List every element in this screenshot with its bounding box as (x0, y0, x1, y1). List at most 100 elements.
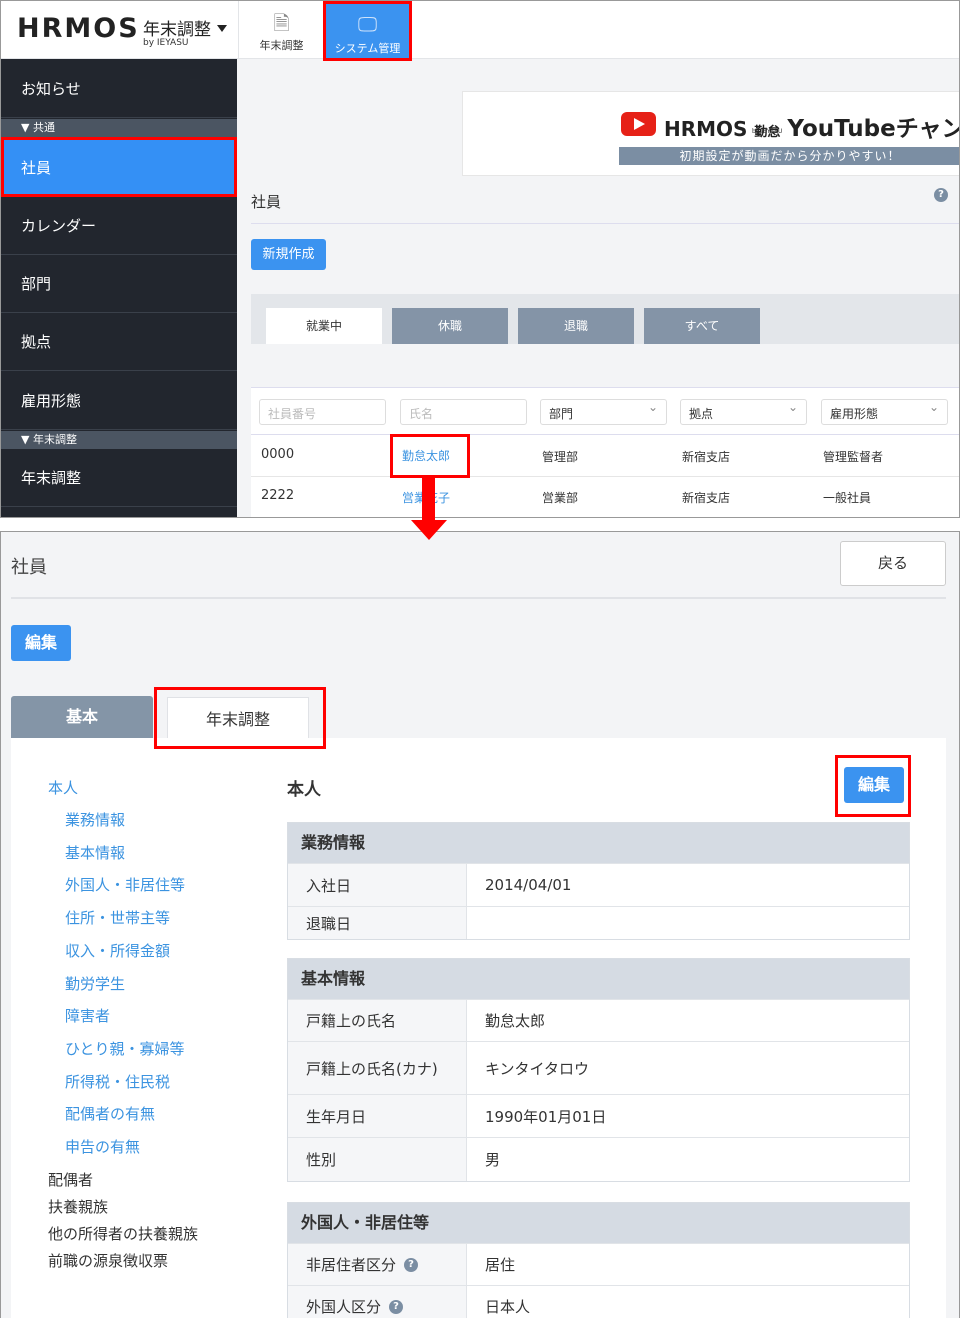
nav-link-sub[interactable]: 外国人・非居住等 (65, 874, 185, 895)
label-text: 入社日 (306, 876, 352, 895)
sidebar-item-news[interactable]: お知らせ (1, 59, 237, 118)
detail-panel: 本人 業務情報 基本情報 外国人・非居住等 住所・世帯主等 収入・所得金額 勤労学生 障害者… (11, 738, 946, 1318)
nav-link-sub[interactable]: 勤労学生 (65, 973, 125, 994)
row-value: 勤怠太郎 (485, 1012, 546, 1030)
section-header: 基本情報 (288, 959, 909, 999)
cell-type: 一般社員 (823, 491, 872, 505)
row-value: 男 (485, 1151, 501, 1169)
monitor-icon: 🖵 (357, 12, 378, 36)
site-select[interactable]: 拠点 (680, 399, 807, 425)
employee-name-link[interactable]: 勤怠太郎 (390, 434, 470, 478)
info-row: 戸籍上の氏名(カナ) キンタイタロウ (288, 1041, 909, 1094)
sidebar-item-departments[interactable]: 部門 (1, 255, 237, 313)
nav-link-sub[interactable]: 配偶者の有無 (65, 1103, 155, 1124)
tab-all[interactable]: すべて (644, 308, 760, 344)
sidebar-item-calendar[interactable]: カレンダー (1, 197, 237, 255)
tab-basic[interactable]: 基本 (11, 696, 153, 738)
info-section: 基本情報戸籍上の氏名 勤怠太郎戸籍上の氏名(カナ) キンタイタロウ 生年月日 1990年… (287, 958, 910, 1182)
group-label: 共通 (32, 121, 55, 134)
nav-link-sub[interactable]: 所得税・住民税 (65, 1071, 170, 1092)
row-label: 外国人区分? (288, 1286, 467, 1318)
nav-link-other[interactable]: 前職の源泉徴収票 (48, 1250, 168, 1271)
nav-link-sub[interactable]: 収入・所得金額 (65, 940, 170, 961)
product-dropdown-icon[interactable] (217, 25, 227, 32)
divider (251, 223, 959, 224)
row-value: 日本人 (485, 1298, 531, 1316)
info-row: 生年月日 1990年01月01日 (288, 1094, 909, 1137)
label-text: 退職日 (306, 914, 352, 933)
tab-retired[interactable]: 退職 (518, 308, 634, 344)
label-text: 戸籍上の氏名 (306, 1012, 397, 1030)
banner-by: by IEYASU (752, 128, 783, 135)
help-icon[interactable]: ? (404, 1257, 419, 1272)
sidebar-group-year-end[interactable]: ▼ 年末調整 (1, 431, 237, 449)
banner-channel: YouTubeチャンネル (787, 116, 959, 142)
employee-list-screen: HRMOS 年末調整 by IEYASU 🗎 年末調整 🖵 システム管理 お知らせ … (0, 0, 960, 518)
nav-link-other[interactable]: 配偶者 (48, 1169, 93, 1190)
edit-self-button[interactable]: 編集 (844, 767, 904, 803)
help-icon[interactable]: ? (934, 188, 948, 202)
help-icon[interactable]: ? (389, 1299, 404, 1314)
banner-tagline: 初期設定が動画だから分かりやすい！ (619, 147, 959, 165)
sidebar-item-employment-types[interactable]: 雇用形態 (1, 371, 237, 430)
row-label: 戸籍上の氏名 (288, 1000, 467, 1041)
nav-year-end[interactable]: 🗎 年末調整 (238, 1, 324, 59)
sidebar-item-employees[interactable]: 社員 (1, 137, 237, 197)
group-label: 年末調整 (32, 433, 77, 446)
back-button[interactable]: 戻る (840, 541, 946, 586)
section-header: 業務情報 (288, 823, 909, 863)
name-filter[interactable]: 氏名 (400, 399, 527, 425)
info-row: 入社日 2014/04/01 (288, 863, 909, 906)
arrow-down-icon (411, 520, 447, 540)
nav-link-sub[interactable]: 障害者 (65, 1005, 110, 1026)
edit-button[interactable]: 編集 (11, 625, 71, 661)
sidebar-item-year-end[interactable]: 年末調整 (1, 449, 237, 507)
page-title: 社員 (11, 557, 47, 578)
row-value (467, 907, 909, 939)
hrmos-logo[interactable]: HRMOS (17, 13, 140, 44)
row-value: 居住 (485, 1256, 516, 1274)
cell-dept: 管理部 (542, 450, 579, 464)
nav-system-admin[interactable]: 🖵 システム管理 (323, 1, 412, 61)
employment-type-select[interactable]: 雇用形態 (821, 399, 948, 425)
nav-link-sub[interactable]: ひとり親・寡婦等 (65, 1038, 185, 1059)
app-header: HRMOS 年末調整 by IEYASU 🗎 年末調整 🖵 システム管理 (1, 1, 959, 61)
row-label: 非居住者区分? (288, 1244, 467, 1285)
sidebar-group-common[interactable]: ▼ 共通 (1, 119, 237, 137)
label-text: 生年月日 (306, 1107, 367, 1126)
nav-link-sub[interactable]: 基本情報 (65, 842, 125, 863)
nav-link-sub[interactable]: 業務情報 (65, 809, 125, 830)
employee-number-filter[interactable]: 社員番号 (259, 399, 386, 425)
nav-link-other[interactable]: 扶養親族 (48, 1196, 108, 1217)
divider (11, 597, 946, 599)
label-text: 性別 (306, 1151, 337, 1169)
department-select[interactable]: 部門 (540, 399, 667, 425)
row-label: 生年月日 (288, 1095, 467, 1137)
info-section: 業務情報入社日 2014/04/01 退職日 (287, 822, 910, 940)
nav-link-self[interactable]: 本人 (48, 777, 78, 798)
info-section: 外国人・非居住等 非居住者区分? 居住 外国人区分? 日本人 (287, 1202, 910, 1318)
nav-link-sub[interactable]: 住所・世帯主等 (65, 907, 170, 928)
info-row: 非居住者区分? 居住 (288, 1243, 909, 1285)
info-row: 外国人区分? 日本人 (288, 1285, 909, 1318)
cell-type: 管理監督者 (823, 450, 884, 464)
nav-link-sub[interactable]: 申告の有無 (65, 1136, 140, 1157)
new-employee-button[interactable]: 新規作成 (251, 239, 326, 270)
page-title: 社員 (251, 193, 282, 211)
highlight-box (154, 687, 326, 749)
cell-site: 新宿支店 (682, 491, 731, 505)
row-label: 退職日 (288, 907, 467, 939)
row-label: 性別 (288, 1138, 467, 1181)
label-text: 非居住者区分 (306, 1256, 397, 1274)
employee-detail-screen: 社員 戻る 編集 基本 年末調整 本人 業務情報 基本情報 外国人・非居住等 住所・世… (0, 531, 960, 1318)
row-value: 2014/04/01 (485, 876, 572, 894)
nav-link-other[interactable]: 他の所得者の扶養親族 (48, 1223, 198, 1244)
product-name[interactable]: 年末調整 (143, 15, 211, 40)
tab-leave[interactable]: 休職 (392, 308, 508, 344)
info-row: 性別 男 (288, 1137, 909, 1181)
section-title: 本人 (287, 780, 321, 800)
tab-active[interactable]: 就業中 (266, 308, 382, 344)
sidebar-item-sites[interactable]: 拠点 (1, 313, 237, 371)
nav-label: システム管理 (334, 42, 401, 55)
row-label: 入社日 (288, 864, 467, 906)
